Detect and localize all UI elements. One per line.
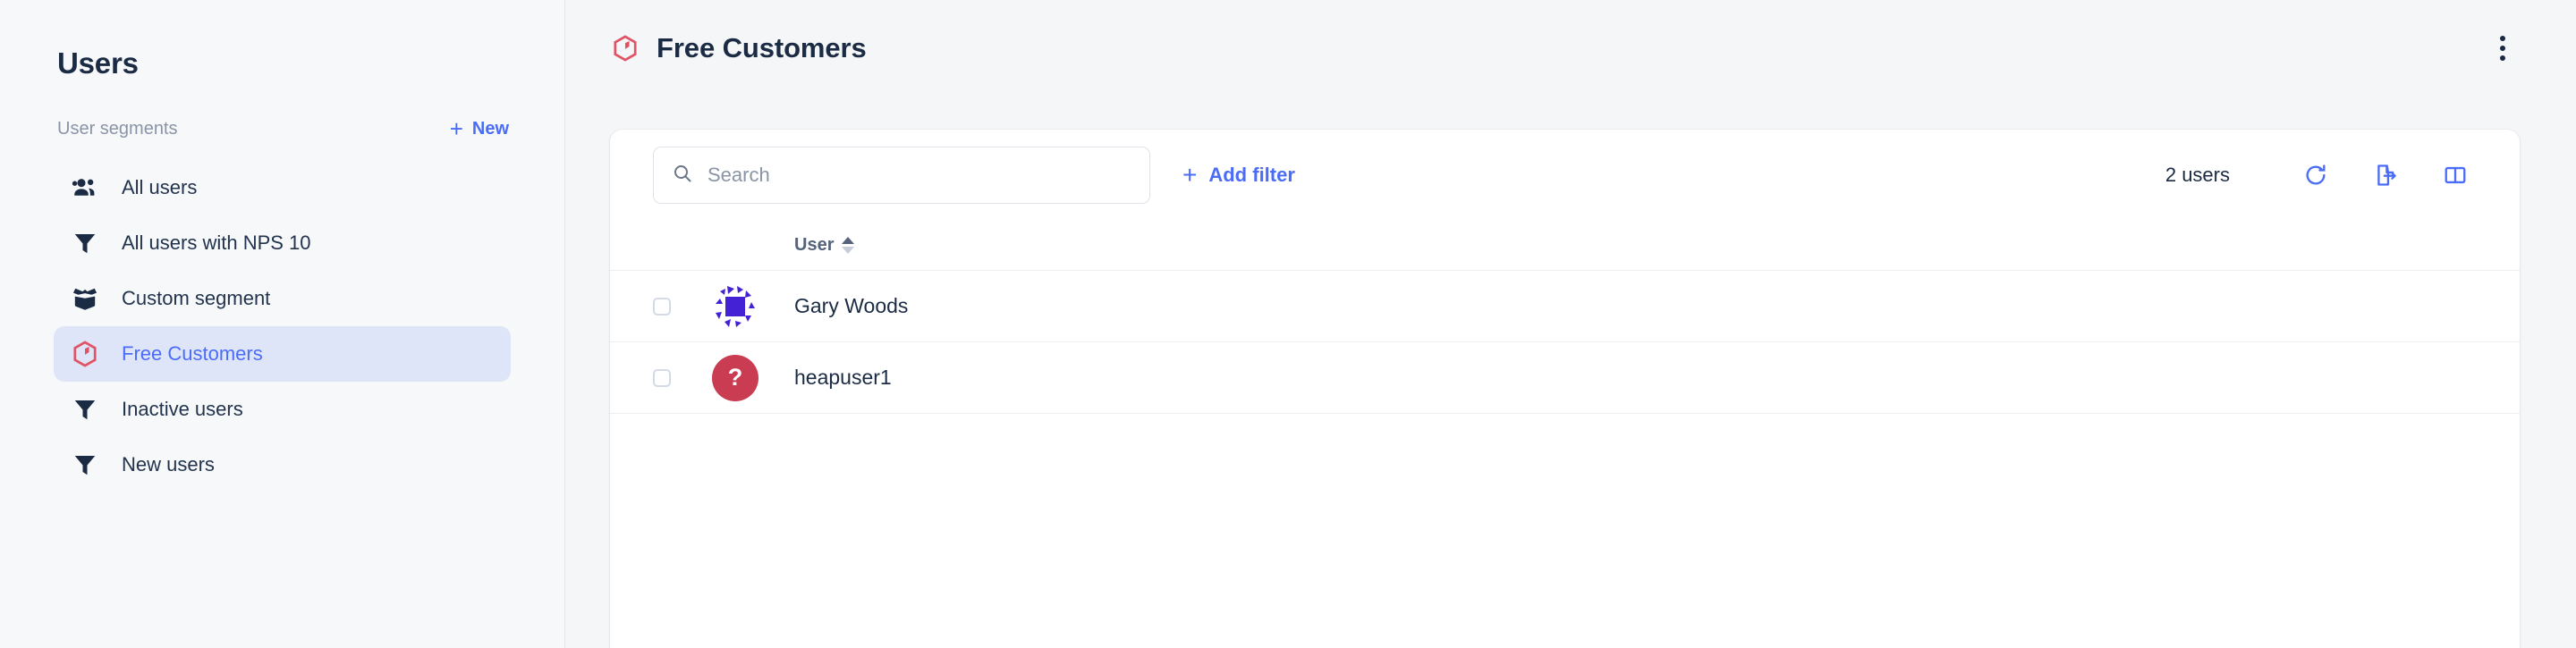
columns-icon[interactable] [2437,157,2473,193]
search-input[interactable] [708,164,1131,187]
segment-title: Free Customers [657,32,867,63]
sidebar-item-label: Free Customers [122,342,263,365]
people-icon [70,173,100,203]
box-icon [70,283,100,314]
sidebar-item-free-customers[interactable]: Free Customers [54,326,511,382]
kebab-menu-icon[interactable] [2487,32,2519,64]
row-checkbox-cell [653,368,712,387]
row-avatar-cell [712,283,794,330]
app-root: Users User segments + New All users All … [0,0,2576,648]
kebab-dot [2500,55,2505,61]
sort-icon[interactable] [842,237,855,254]
row-avatar-cell: ? [712,354,794,401]
row-checkbox-cell [653,297,712,316]
sidebar-item-inactive-users[interactable]: Inactive users [54,382,511,437]
hexagon-icon [70,339,100,369]
new-segment-button[interactable]: + New [450,117,509,140]
plus-icon: + [449,115,463,142]
search-icon [672,163,693,189]
sidebar-item-all-users-nps-10[interactable]: All users with NPS 10 [54,215,511,271]
sidebar-item-label: Custom segment [122,287,271,309]
hexagon-icon [610,33,640,63]
new-segment-label: New [471,118,509,139]
funnel-icon [70,228,100,258]
sidebar-item-all-users[interactable]: All users [54,160,511,215]
main-header: Free Customers [565,0,2576,73]
table-toolbar: + Add filter 2 users [610,130,2520,221]
add-filter-button[interactable]: + Add filter [1182,163,1295,188]
segments-header: User segments + New [0,78,564,140]
sidebar-item-new-users[interactable]: New users [54,437,511,492]
main-content: Free Customers Search + Add filter 2 use… [565,0,2576,648]
table-row[interactable]: ? heapuser1 [610,342,2520,414]
row-checkbox[interactable] [653,368,671,387]
column-header-user[interactable]: User [794,235,855,256]
table-row[interactable]: Gary Woods [610,271,2520,342]
kebab-dot [2500,46,2505,51]
plus-icon: + [1182,161,1198,189]
kebab-dot [2500,36,2505,41]
add-filter-label: Add filter [1208,164,1295,186]
segment-list: All users All users with NPS 10 Custom s… [0,160,564,492]
sidebar-item-label: Inactive users [122,398,243,420]
avatar: ? [712,354,758,401]
column-header-label: User [794,235,835,255]
sidebar-item-custom-segment[interactable]: Custom segment [54,271,511,326]
funnel-icon [70,450,100,480]
users-card: + Add filter 2 users [610,130,2520,648]
export-icon[interactable] [2368,157,2403,193]
sidebar: Users User segments + New All users All … [0,0,565,648]
refresh-icon[interactable] [2298,157,2334,193]
funnel-icon [70,394,100,425]
search-box[interactable] [653,147,1150,204]
sidebar-item-label: All users with NPS 10 [122,231,311,254]
row-user-name: heapuser1 [794,366,892,389]
row-checkbox[interactable] [653,297,671,316]
avatar [712,283,758,330]
sidebar-item-label: All users [122,176,198,198]
page-title: Users [57,46,139,80]
sidebar-item-label: New users [122,453,215,475]
users-count: 2 users [2165,164,2230,186]
row-user-name: Gary Woods [794,294,909,317]
table-header-row: User [610,221,2520,271]
segments-label: User segments [57,118,178,139]
